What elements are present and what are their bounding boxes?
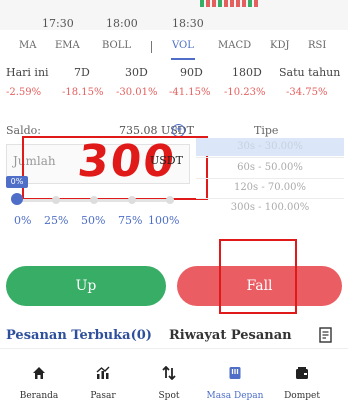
change-today: -2.59%: [6, 87, 42, 98]
divider: [151, 41, 152, 53]
tab-order-history[interactable]: Riwayat Pesanan: [169, 328, 292, 343]
slider-mark[interactable]: [52, 196, 60, 204]
slider-label[interactable]: 100%: [148, 214, 179, 227]
wallet-icon: [296, 367, 308, 379]
tab-vol[interactable]: VOL: [172, 40, 194, 51]
tipe-option-60s[interactable]: 60s - 50.00%: [196, 159, 344, 177]
up-button[interactable]: Up: [6, 266, 166, 306]
nav-label: Dompet: [284, 391, 320, 401]
nav-item-masa-depan[interactable]: Masa Depan: [203, 349, 267, 407]
tab-open-orders[interactable]: Pesanan Terbuka(0): [6, 328, 152, 343]
period-30d[interactable]: 30D: [125, 66, 148, 79]
time-tick: 18:30: [172, 17, 204, 30]
tab-kdj[interactable]: KDJ: [270, 40, 290, 51]
period-90d[interactable]: 90D: [180, 66, 203, 79]
swap-icon: [162, 366, 176, 380]
slider-label[interactable]: 50%: [81, 214, 105, 227]
tipe-option-300s[interactable]: 300s - 100.00%: [196, 199, 344, 217]
annotation-box-amount: [22, 136, 208, 200]
slider-mark[interactable]: [90, 196, 98, 204]
slider-mark[interactable]: [128, 196, 136, 204]
change-1y: -34.75%: [286, 87, 328, 98]
period-180d[interactable]: 180D: [232, 66, 262, 79]
period-today[interactable]: Hari ini: [6, 66, 49, 79]
futures-icon: [229, 367, 241, 379]
slider-mark[interactable]: [166, 196, 174, 204]
time-tick: 18:00: [106, 17, 138, 30]
tab-rsi[interactable]: RSI: [308, 40, 326, 51]
tipe-option-120s[interactable]: 120s - 70.00%: [196, 179, 344, 197]
slider-knob[interactable]: [11, 193, 23, 205]
nav-item-beranda[interactable]: Beranda: [7, 349, 71, 407]
tipe-option-30s[interactable]: 30s - 30.00%: [196, 138, 344, 156]
tipe-title: Tipe: [254, 124, 279, 137]
change-180d: -10.23%: [224, 87, 266, 98]
change-7d: -18.15%: [62, 87, 104, 98]
annotation-box-fall: [219, 239, 297, 314]
nav-label: Spot: [158, 391, 180, 401]
chart-time-axis: 17:30 18:00 18:30: [0, 0, 348, 30]
active-tab-indicator: [171, 58, 195, 60]
volume-bars: [0, 0, 348, 8]
slider-label[interactable]: 0%: [14, 214, 31, 227]
slider-label[interactable]: 25%: [44, 214, 68, 227]
tab-boll[interactable]: BOLL: [102, 40, 131, 51]
slider-label[interactable]: 75%: [118, 214, 142, 227]
nav-label: Pasar: [90, 391, 116, 401]
time-tick: 17:30: [42, 17, 74, 30]
tab-ma[interactable]: MA: [19, 40, 36, 51]
indicator-tabs: MA EMA BOLL VOL MACD KDJ RSI: [0, 40, 348, 56]
slider-value-badge: 0%: [6, 176, 28, 188]
tab-macd[interactable]: MACD: [218, 40, 251, 51]
nav-label: Masa Depan: [206, 391, 264, 401]
nav-item-pasar[interactable]: Pasar: [71, 349, 135, 407]
change-90d: -41.15%: [169, 87, 211, 98]
chart-icon: [96, 366, 110, 379]
change-30d: -30.01%: [116, 87, 158, 98]
period-7d[interactable]: 7D: [74, 66, 90, 79]
nav-item-spot[interactable]: Spot: [137, 349, 201, 407]
tab-ema[interactable]: EMA: [55, 40, 80, 51]
document-icon[interactable]: [319, 327, 333, 344]
nav-item-dompet[interactable]: Dompet: [270, 349, 334, 407]
nav-label: Beranda: [19, 391, 59, 401]
home-icon: [33, 367, 45, 379]
period-1y[interactable]: Satu tahun: [279, 66, 340, 79]
bottom-nav: Beranda Pasar Spot Masa Depan Dompet: [0, 348, 348, 407]
divider: [196, 157, 344, 158]
